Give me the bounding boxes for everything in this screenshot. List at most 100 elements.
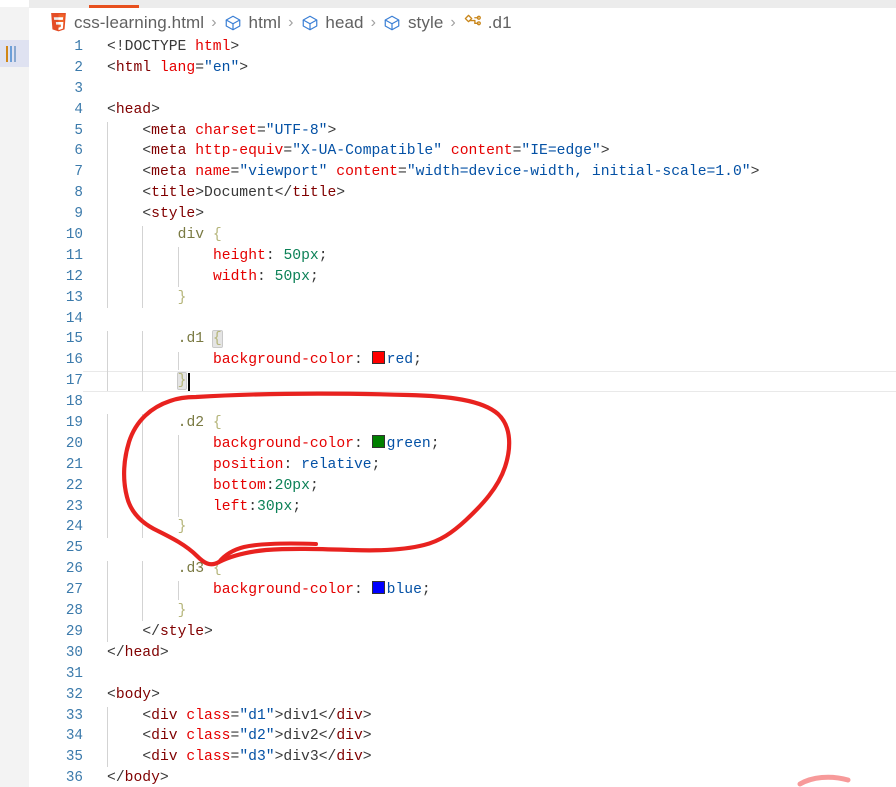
breadcrumb-item-head[interactable]: head: [300, 13, 364, 33]
code-token: <: [107, 59, 116, 76]
breadcrumb-item-label: css-learning.html: [74, 12, 205, 32]
code-line[interactable]: 13}: [29, 288, 896, 309]
code-token: div2: [283, 728, 319, 745]
code-line[interactable]: 27 background-color: blue;: [29, 580, 896, 601]
code-token: class: [186, 749, 231, 766]
line-number: 34: [65, 728, 83, 745]
code-line[interactable]: 31: [29, 664, 896, 685]
code-token: <: [142, 164, 152, 181]
code-token: </: [274, 185, 293, 202]
code-token: :: [353, 582, 372, 599]
code-line[interactable]: 29 </style>: [29, 622, 896, 643]
code-line[interactable]: 6 <meta http-equiv="X-UA-Compatible" cont…: [29, 141, 896, 162]
code-line[interactable]: 15 .d1 {: [29, 329, 896, 350]
color-swatch[interactable]: [371, 351, 385, 365]
code-token: <: [142, 122, 152, 139]
code-line[interactable]: 9 <style>: [29, 204, 896, 225]
code-line-text: <meta name="viewport" content="width=dev…: [142, 162, 759, 183]
code-line[interactable]: 35 <div class="d3">div3</div>: [29, 747, 896, 768]
vscode-editor-window: css-learning.html › html › head › style › .d1 1 <…: [0, 0, 896, 787]
color-swatch[interactable]: [371, 434, 385, 448]
line-number: 15: [65, 331, 83, 348]
breadcrumb[interactable]: css-learning.html › html › head › style › .d1: [29, 8, 896, 37]
code-token: </: [142, 623, 160, 640]
code-token: 30px: [257, 498, 293, 515]
line-number: 10: [65, 227, 83, 244]
code-line[interactable]: 12 width: 50px;: [29, 267, 896, 288]
breadcrumb-item-style[interactable]: style: [383, 13, 443, 33]
code-token: meta: [151, 122, 187, 139]
code-line[interactable]: 34 <div class="d2">div2</div>: [29, 726, 896, 747]
code-line[interactable]: 19 .d2 {: [29, 413, 896, 434]
code-line[interactable]: 11 height: 50px;: [29, 246, 896, 267]
breadcrumb-item-label: .d1: [487, 12, 512, 32]
code-line[interactable]: 30 </head>: [29, 643, 896, 664]
code-token: >: [750, 164, 760, 181]
code-line[interactable]: 18: [29, 392, 896, 413]
color-swatch[interactable]: [371, 581, 385, 595]
code-token: content: [336, 164, 398, 181]
line-number: 7: [74, 164, 83, 181]
indent-guide: [107, 121, 108, 308]
code-token: charset: [195, 122, 257, 139]
code-line[interactable]: 17}: [29, 371, 896, 393]
code-line[interactable]: 26 .d3 {: [29, 559, 896, 580]
editor-tab-strip[interactable]: [29, 0, 896, 8]
code-line[interactable]: 20 background-color: green;: [29, 434, 896, 455]
code-line[interactable]: 25: [29, 538, 896, 559]
code-token: Document: [204, 185, 275, 202]
code-line[interactable]: 8 <title>Document</title>: [29, 183, 896, 204]
code-line[interactable]: 32 <body>: [29, 685, 896, 706]
code-line-text: </body>: [107, 768, 169, 787]
code-line[interactable]: 24}: [29, 517, 896, 538]
code-line[interactable]: 21 position: relative;: [29, 455, 896, 476]
code-token: >: [362, 707, 372, 724]
code-token: "UTF-8": [265, 122, 328, 139]
code-line[interactable]: 4 <head>: [29, 100, 896, 121]
code-line[interactable]: 23 left:30px;: [29, 497, 896, 518]
line-number: 16: [65, 352, 83, 369]
code-token: <: [107, 101, 116, 118]
code-token: >: [327, 122, 337, 139]
line-number: 22: [65, 477, 83, 494]
code-line[interactable]: 36 </body>: [29, 768, 896, 787]
indent-guide: [177, 351, 179, 371]
code-line[interactable]: 10 div {: [29, 225, 896, 246]
code-token: }: [177, 603, 187, 620]
code-line-text: div {: [178, 225, 222, 246]
code-token: 50px: [274, 268, 310, 285]
code-line[interactable]: 5 <meta charset="UTF-8">: [29, 121, 896, 142]
code-token: meta: [151, 143, 187, 160]
code-line[interactable]: 3: [29, 79, 896, 100]
code-line-text: left:30px;: [213, 497, 301, 518]
breadcrumb-item-d1[interactable]: .d1: [463, 13, 512, 33]
code-lines-container[interactable]: 1 <!DOCTYPE html> 2 <html lang="en"> 3 4 <head…: [29, 37, 896, 787]
code-line[interactable]: 14: [29, 309, 896, 330]
code-line[interactable]: 28}: [29, 601, 896, 622]
line-number: 35: [65, 749, 83, 766]
line-number: 2: [74, 59, 83, 76]
breadcrumb-item-html[interactable]: html: [224, 13, 282, 33]
code-line[interactable]: 2 <html lang="en">: [29, 58, 896, 79]
code-line[interactable]: 33 <div class="d1">div1</div>: [29, 706, 896, 727]
breadcrumb-item-csslearninghtml[interactable]: css-learning.html: [49, 12, 205, 33]
code-token: div: [151, 728, 178, 745]
code-editor[interactable]: 1 <!DOCTYPE html> 2 <html lang="en"> 3 4 <head…: [29, 37, 896, 787]
code-token: <: [142, 143, 152, 160]
code-line-text: background-color: blue;: [213, 580, 431, 601]
code-line[interactable]: 1 <!DOCTYPE html>: [29, 37, 896, 58]
code-line[interactable]: 16 background-color: red;: [29, 350, 896, 371]
code-token: blue: [386, 582, 422, 599]
code-line-text: <meta charset="UTF-8">: [142, 121, 336, 142]
symbol-cube-icon: [300, 13, 319, 32]
line-number: 13: [65, 289, 83, 306]
code-line[interactable]: 22 bottom:20px;: [29, 476, 896, 497]
code-token: ;: [413, 352, 422, 369]
code-line[interactable]: 7 <meta name="viewport" content="width=de…: [29, 162, 896, 183]
code-token: ;: [371, 456, 381, 473]
indent-guide: [142, 330, 144, 392]
code-line-text: <html lang="en">: [107, 58, 248, 79]
line-number: 33: [65, 707, 83, 724]
